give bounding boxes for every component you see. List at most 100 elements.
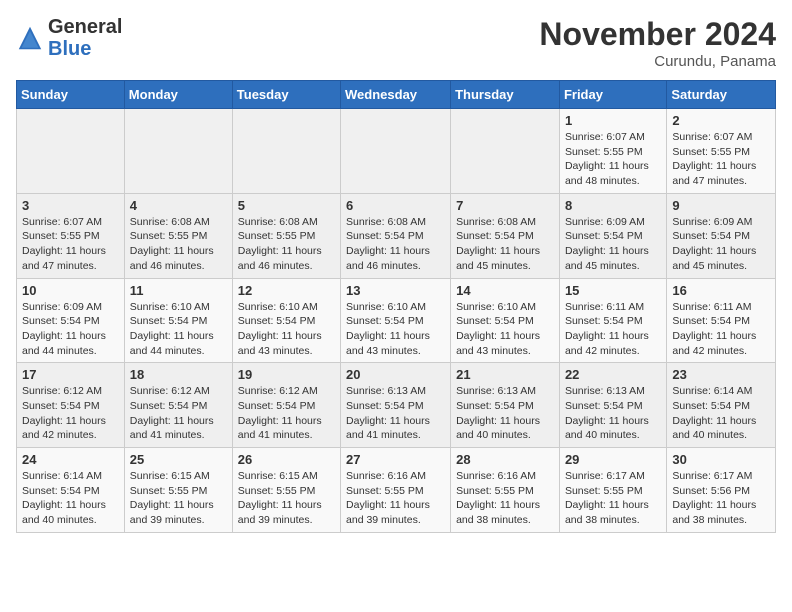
weekday-header: Saturday: [667, 81, 776, 109]
day-info: Sunrise: 6:16 AM Sunset: 5:55 PM Dayligh…: [346, 469, 445, 528]
day-info: Sunrise: 6:15 AM Sunset: 5:55 PM Dayligh…: [130, 469, 227, 528]
calendar-week-row: 17 Sunrise: 6:12 AM Sunset: 5:54 PM Dayli…: [17, 363, 776, 448]
calendar-cell: 17Sunrise: 6:12 AM Sunset: 5:54 PM Dayli…: [17, 363, 125, 448]
calendar-cell: [124, 109, 232, 194]
calendar-cell: 22Sunrise: 6:13 AM Sunset: 5:54 PM Dayli…: [559, 363, 666, 448]
day-number: 8: [565, 198, 661, 213]
day-info: Sunrise: 6:10 AM Sunset: 5:54 PM Dayligh…: [238, 300, 335, 359]
day-info: Sunrise: 6:09 AM Sunset: 5:54 PM Dayligh…: [672, 215, 770, 274]
day-number: 20: [346, 367, 445, 382]
weekday-header: Tuesday: [232, 81, 340, 109]
calendar-cell: 7 Sunrise: 6:08 AM Sunset: 5:54 PM Daylig…: [451, 193, 560, 278]
calendar-cell: 27Sunrise: 6:16 AM Sunset: 5:55 PM Dayli…: [341, 448, 451, 533]
day-info: Sunrise: 6:08 AM Sunset: 5:55 PM Dayligh…: [130, 215, 227, 274]
day-number: 3: [22, 198, 119, 213]
calendar-cell: 13 Sunrise: 6:10 AM Sunset: 5:54 PM Dayli…: [341, 278, 451, 363]
title-area: November 2024 Curundu, Panama: [539, 16, 776, 70]
day-number: 17: [22, 367, 119, 382]
calendar-cell: 14 Sunrise: 6:10 AM Sunset: 5:54 PM Dayli…: [451, 278, 560, 363]
calendar-cell: 19 Sunrise: 6:12 AM Sunset: 5:54 PM Dayli…: [232, 363, 340, 448]
calendar-cell: 30Sunrise: 6:17 AM Sunset: 5:56 PM Dayli…: [667, 448, 776, 533]
calendar-cell: 21 Sunrise: 6:13 AM Sunset: 5:54 PM Dayli…: [451, 363, 560, 448]
day-info: Sunrise: 6:07 AM Sunset: 5:55 PM Dayligh…: [565, 130, 661, 189]
day-info: Sunrise: 6:10 AM Sunset: 5:54 PM Dayligh…: [130, 300, 227, 359]
calendar-cell: 25 Sunrise: 6:15 AM Sunset: 5:55 PM Dayli…: [124, 448, 232, 533]
day-info: Sunrise: 6:13 AM Sunset: 5:54 PM Dayligh…: [456, 384, 554, 443]
day-number: 2: [672, 113, 770, 128]
calendar-cell: 3 Sunrise: 6:07 AM Sunset: 5:55 PM Daylig…: [17, 193, 125, 278]
day-info: Sunrise: 6:13 AM Sunset: 5:54 PM Dayligh…: [346, 384, 445, 443]
day-info: Sunrise: 6:17 AM Sunset: 5:55 PM Dayligh…: [565, 469, 661, 528]
day-number: 4: [130, 198, 227, 213]
day-number: 21: [456, 367, 554, 382]
day-info: Sunrise: 6:09 AM Sunset: 5:54 PM Dayligh…: [22, 300, 119, 359]
day-info: Sunrise: 6:10 AM Sunset: 5:54 PM Dayligh…: [346, 300, 445, 359]
calendar-cell: 15Sunrise: 6:11 AM Sunset: 5:54 PM Dayli…: [559, 278, 666, 363]
calendar-cell: 29Sunrise: 6:17 AM Sunset: 5:55 PM Dayli…: [559, 448, 666, 533]
day-number: 18: [130, 367, 227, 382]
day-info: Sunrise: 6:12 AM Sunset: 5:54 PM Dayligh…: [238, 384, 335, 443]
calendar-cell: [17, 109, 125, 194]
calendar-cell: 18 Sunrise: 6:12 AM Sunset: 5:54 PM Dayli…: [124, 363, 232, 448]
logo: General Blue: [16, 16, 122, 60]
logo-blue-text: Blue: [48, 38, 91, 60]
day-info: Sunrise: 6:13 AM Sunset: 5:54 PM Dayligh…: [565, 384, 661, 443]
day-info: Sunrise: 6:07 AM Sunset: 5:55 PM Dayligh…: [672, 130, 770, 189]
day-number: 19: [238, 367, 335, 382]
calendar-cell: 28 Sunrise: 6:16 AM Sunset: 5:55 PM Dayli…: [451, 448, 560, 533]
day-info: Sunrise: 6:16 AM Sunset: 5:55 PM Dayligh…: [456, 469, 554, 528]
day-number: 7: [456, 198, 554, 213]
weekday-header: Friday: [559, 81, 666, 109]
day-info: Sunrise: 6:07 AM Sunset: 5:55 PM Dayligh…: [22, 215, 119, 274]
day-info: Sunrise: 6:14 AM Sunset: 5:54 PM Dayligh…: [22, 469, 119, 528]
day-number: 10: [22, 283, 119, 298]
page-header: General Blue November 2024 Curundu, Pana…: [16, 16, 776, 70]
calendar-cell: [232, 109, 340, 194]
weekday-header: Wednesday: [341, 81, 451, 109]
calendar-week-row: 1 Sunrise: 6:07 AM Sunset: 5:55 PM Daylig…: [17, 109, 776, 194]
calendar-week-row: 3 Sunrise: 6:07 AM Sunset: 5:55 PM Daylig…: [17, 193, 776, 278]
calendar-cell: 16Sunrise: 6:11 AM Sunset: 5:54 PM Dayli…: [667, 278, 776, 363]
day-info: Sunrise: 6:08 AM Sunset: 5:54 PM Dayligh…: [346, 215, 445, 274]
day-info: Sunrise: 6:14 AM Sunset: 5:54 PM Dayligh…: [672, 384, 770, 443]
calendar-cell: 2 Sunrise: 6:07 AM Sunset: 5:55 PM Daylig…: [667, 109, 776, 194]
day-info: Sunrise: 6:08 AM Sunset: 5:54 PM Dayligh…: [456, 215, 554, 274]
day-number: 26: [238, 452, 335, 467]
day-info: Sunrise: 6:10 AM Sunset: 5:54 PM Dayligh…: [456, 300, 554, 359]
day-number: 1: [565, 113, 661, 128]
calendar-cell: 4 Sunrise: 6:08 AM Sunset: 5:55 PM Daylig…: [124, 193, 232, 278]
calendar-cell: 11Sunrise: 6:10 AM Sunset: 5:54 PM Dayli…: [124, 278, 232, 363]
calendar-cell: 9Sunrise: 6:09 AM Sunset: 5:54 PM Daylig…: [667, 193, 776, 278]
calendar-cell: 8 Sunrise: 6:09 AM Sunset: 5:54 PM Daylig…: [559, 193, 666, 278]
calendar-table: SundayMondayTuesdayWednesdayThursdayFrid…: [16, 80, 776, 533]
day-number: 12: [238, 283, 335, 298]
day-number: 13: [346, 283, 445, 298]
weekday-header: Sunday: [17, 81, 125, 109]
calendar-cell: [451, 109, 560, 194]
calendar-cell: 1 Sunrise: 6:07 AM Sunset: 5:55 PM Daylig…: [559, 109, 666, 194]
calendar-week-row: 10 Sunrise: 6:09 AM Sunset: 5:54 PM Dayli…: [17, 278, 776, 363]
calendar-cell: 6Sunrise: 6:08 AM Sunset: 5:54 PM Daylig…: [341, 193, 451, 278]
day-info: Sunrise: 6:17 AM Sunset: 5:56 PM Dayligh…: [672, 469, 770, 528]
day-number: 28: [456, 452, 554, 467]
day-number: 25: [130, 452, 227, 467]
calendar-cell: [341, 109, 451, 194]
calendar-cell: 5Sunrise: 6:08 AM Sunset: 5:55 PM Daylig…: [232, 193, 340, 278]
calendar-week-row: 24Sunrise: 6:14 AM Sunset: 5:54 PM Dayli…: [17, 448, 776, 533]
day-number: 14: [456, 283, 554, 298]
weekday-header: Monday: [124, 81, 232, 109]
day-number: 23: [672, 367, 770, 382]
logo-icon: [16, 24, 44, 52]
day-info: Sunrise: 6:15 AM Sunset: 5:55 PM Dayligh…: [238, 469, 335, 528]
day-info: Sunrise: 6:11 AM Sunset: 5:54 PM Dayligh…: [672, 300, 770, 359]
day-info: Sunrise: 6:12 AM Sunset: 5:54 PM Dayligh…: [130, 384, 227, 443]
day-info: Sunrise: 6:11 AM Sunset: 5:54 PM Dayligh…: [565, 300, 661, 359]
calendar-cell: 10 Sunrise: 6:09 AM Sunset: 5:54 PM Dayli…: [17, 278, 125, 363]
calendar-cell: 20 Sunrise: 6:13 AM Sunset: 5:54 PM Dayli…: [341, 363, 451, 448]
location: Curundu, Panama: [539, 53, 776, 70]
month-title: November 2024: [539, 16, 776, 53]
calendar-cell: 26 Sunrise: 6:15 AM Sunset: 5:55 PM Dayli…: [232, 448, 340, 533]
weekday-header: Thursday: [451, 81, 560, 109]
day-info: Sunrise: 6:08 AM Sunset: 5:55 PM Dayligh…: [238, 215, 335, 274]
day-info: Sunrise: 6:09 AM Sunset: 5:54 PM Dayligh…: [565, 215, 661, 274]
